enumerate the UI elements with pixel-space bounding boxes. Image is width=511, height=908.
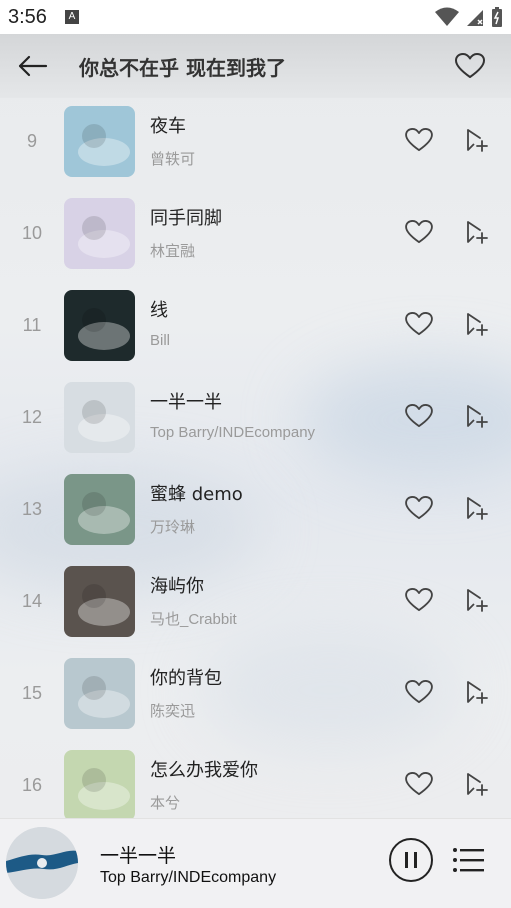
song-list[interactable]: 9 夜车 曾轶可 10 同手同脚 林宜融 11 线 Bill 12 一半一半 T… — [0, 98, 511, 818]
album-cover — [64, 750, 135, 818]
like-song-button[interactable] — [402, 308, 436, 340]
add-to-playlist-button[interactable] — [459, 768, 493, 800]
add-to-playlist-icon — [467, 497, 488, 520]
song-title: 线 — [150, 300, 168, 321]
add-to-playlist-button[interactable] — [459, 584, 493, 616]
song-row[interactable]: 12 一半一半 Top Barry/INDEcompany — [0, 374, 511, 466]
like-song-button[interactable] — [402, 492, 436, 524]
song-artist: 万玲琳 — [150, 519, 196, 536]
add-to-playlist-icon — [467, 221, 488, 244]
back-button[interactable] — [2, 34, 62, 98]
song-artist: 马也_Crabbit — [150, 611, 237, 628]
add-to-playlist-button[interactable] — [459, 124, 493, 156]
song-title: 海屿你 — [150, 576, 204, 597]
wifi-icon — [435, 7, 459, 26]
heart-icon — [405, 312, 433, 336]
song-row[interactable]: 9 夜车 曾轶可 — [0, 98, 511, 190]
album-cover — [64, 106, 135, 177]
add-to-playlist-icon — [467, 313, 488, 336]
add-to-playlist-button[interactable] — [459, 676, 493, 708]
add-to-playlist-icon — [467, 589, 488, 612]
add-to-playlist-icon — [467, 773, 488, 796]
song-row[interactable]: 11 线 Bill — [0, 282, 511, 374]
song-title: 一半一半 — [150, 392, 222, 413]
playlist-button[interactable] — [452, 845, 486, 875]
header-bar: 你总不在乎 现在到我了 — [0, 34, 511, 98]
add-to-playlist-icon — [467, 405, 488, 428]
now-playing-bar[interactable]: 一半一半 Top Barry/INDEcompany — [0, 818, 511, 908]
heart-icon — [405, 496, 433, 520]
status-bar: 3:56 A — [0, 0, 511, 34]
song-title: 蜜蜂 demo — [150, 484, 243, 505]
album-cover — [64, 474, 135, 545]
song-artist: Bill — [150, 332, 171, 349]
song-title: 你的背包 — [150, 668, 222, 689]
song-artist: 曾轶可 — [150, 151, 196, 168]
album-cover — [64, 566, 135, 637]
like-song-button[interactable] — [402, 216, 436, 248]
add-to-playlist-button[interactable] — [459, 492, 493, 524]
like-song-button[interactable] — [402, 400, 436, 432]
notification-icon: A — [64, 10, 79, 24]
page-title: 你总不在乎 现在到我了 — [79, 55, 286, 80]
arrow-left-icon — [18, 55, 48, 77]
pause-button[interactable] — [389, 838, 433, 882]
battery-icon — [492, 7, 502, 27]
album-cover — [64, 198, 135, 269]
song-row[interactable]: 16 怎么办我爱你 本兮 — [0, 742, 511, 818]
song-row[interactable]: 15 你的背包 陈奕迅 — [0, 650, 511, 742]
playlist-icon — [453, 848, 484, 872]
song-row[interactable]: 13 蜜蜂 demo 万玲琳 — [0, 466, 511, 558]
song-rank: 13 — [21, 499, 43, 519]
favorite-playlist-button[interactable] — [453, 50, 487, 82]
add-to-playlist-button[interactable] — [459, 308, 493, 340]
song-artist: Top Barry/INDEcompany — [150, 424, 316, 441]
now-playing-artist: Top Barry/INDEcompany — [100, 869, 277, 886]
heart-icon — [455, 53, 485, 78]
song-artist: 林宜融 — [150, 243, 196, 260]
song-title: 夜车 — [150, 116, 186, 137]
like-song-button[interactable] — [402, 124, 436, 156]
song-rank: 10 — [21, 223, 43, 243]
song-rank: 15 — [21, 683, 43, 703]
song-rank: 9 — [26, 131, 37, 151]
like-song-button[interactable] — [402, 584, 436, 616]
heart-icon — [405, 588, 433, 612]
song-row[interactable]: 10 同手同脚 林宜融 — [0, 190, 511, 282]
song-rank: 16 — [21, 775, 43, 795]
album-cover — [64, 290, 135, 361]
add-to-playlist-icon — [467, 129, 488, 152]
like-song-button[interactable] — [402, 768, 436, 800]
song-rank: 12 — [21, 407, 43, 427]
add-to-playlist-icon — [467, 681, 488, 704]
album-cover — [64, 382, 135, 453]
status-icons — [435, 6, 503, 28]
song-row[interactable]: 14 海屿你 马也_Crabbit — [0, 558, 511, 650]
heart-icon — [405, 772, 433, 796]
song-artist: 陈奕迅 — [150, 703, 196, 720]
heart-icon — [405, 680, 433, 704]
add-to-playlist-button[interactable] — [459, 400, 493, 432]
song-title: 同手同脚 — [150, 208, 222, 229]
like-song-button[interactable] — [402, 676, 436, 708]
add-to-playlist-button[interactable] — [459, 216, 493, 248]
heart-icon — [405, 404, 433, 428]
song-title: 怎么办我爱你 — [150, 760, 258, 781]
status-time: 3:56 — [8, 5, 47, 28]
song-artist: 本兮 — [150, 795, 181, 812]
song-rank: 14 — [21, 591, 43, 611]
album-cover — [64, 658, 135, 729]
song-rank: 11 — [22, 315, 42, 335]
cellular-signal-icon — [467, 10, 483, 26]
heart-icon — [405, 220, 433, 244]
now-playing-title: 一半一半 — [100, 845, 177, 867]
pause-icon — [405, 852, 408, 868]
now-playing-cover[interactable] — [6, 827, 78, 899]
heart-icon — [405, 128, 433, 152]
